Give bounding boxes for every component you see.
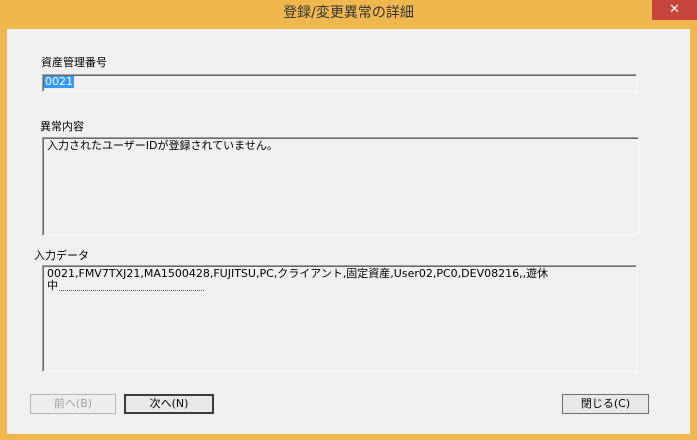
input-data-value: 0021,FMV7TXJ21,MA1500428,FUJITSU,PC,クライア… — [47, 267, 549, 292]
error-content-field[interactable]: 入力されたユーザーIDが登録されていません。 — [42, 137, 639, 236]
input-data-label: 入力データ — [34, 249, 89, 262]
prev-button[interactable]: 前へ(B) — [30, 394, 116, 414]
dotted-underline — [59, 290, 204, 291]
input-data-field[interactable]: 0021,FMV7TXJ21,MA1500428,FUJITSU,PC,クライア… — [42, 265, 637, 372]
close-button[interactable]: 閉じる(C) — [562, 394, 649, 414]
dialog-body: 資産管理番号 0021 異常内容 入力されたユーザーIDが登録されていません。 … — [7, 29, 690, 434]
window-title: 登録/変更異常の詳細 — [283, 5, 414, 21]
asset-number-value: 0021 — [44, 75, 74, 88]
title-bar: 登録/変更異常の詳細 ✕ — [0, 0, 697, 29]
asset-number-field[interactable]: 0021 — [42, 74, 637, 92]
close-window-icon[interactable]: ✕ — [652, 0, 697, 20]
asset-number-label: 資産管理番号 — [41, 56, 107, 69]
next-button[interactable]: 次へ(N) — [124, 394, 214, 414]
error-content-value: 入力されたユーザーIDが登録されていません。 — [47, 139, 278, 152]
error-content-label: 異常内容 — [40, 120, 84, 133]
